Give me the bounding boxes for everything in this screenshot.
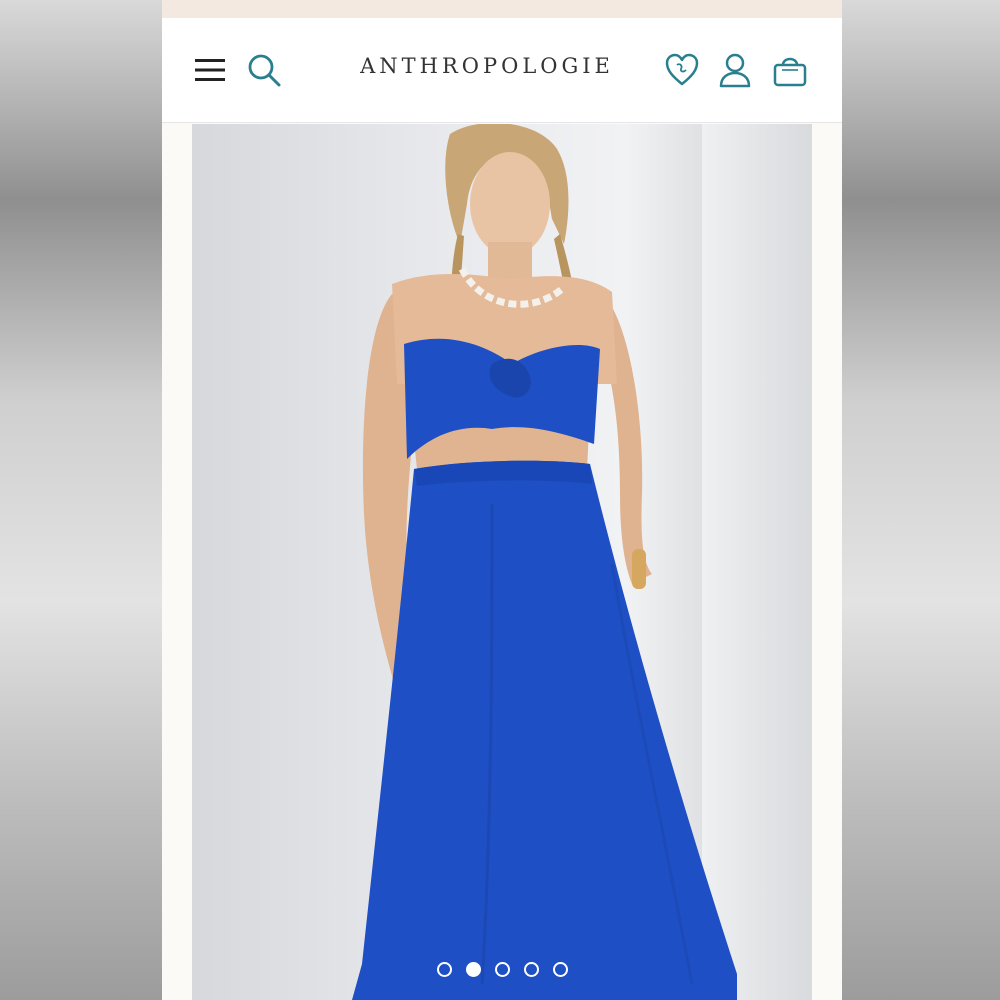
- heart-icon[interactable]: [664, 52, 700, 88]
- promo-banner: [162, 0, 842, 18]
- model-illustration: [352, 124, 737, 1000]
- search-icon[interactable]: [246, 52, 282, 88]
- brand-logo[interactable]: ANTHROPOLOGIE: [342, 54, 632, 78]
- carousel-indicators: [162, 962, 842, 982]
- carousel-dot[interactable]: [552, 962, 568, 977]
- left-background: [0, 0, 162, 1000]
- bag-icon[interactable]: [772, 52, 808, 88]
- product-image[interactable]: [192, 124, 812, 1000]
- mobile-page: ANTHROPOLOGIE: [162, 0, 842, 1000]
- carousel-dot[interactable]: [523, 962, 539, 977]
- site-header: ANTHROPOLOGIE: [162, 18, 842, 123]
- carousel-dot[interactable]: [494, 962, 510, 977]
- carousel-dot-active[interactable]: [465, 962, 481, 977]
- menu-icon[interactable]: [194, 56, 226, 84]
- right-background: [842, 0, 1000, 1000]
- account-icon[interactable]: [718, 52, 752, 88]
- carousel-dot[interactable]: [436, 962, 452, 977]
